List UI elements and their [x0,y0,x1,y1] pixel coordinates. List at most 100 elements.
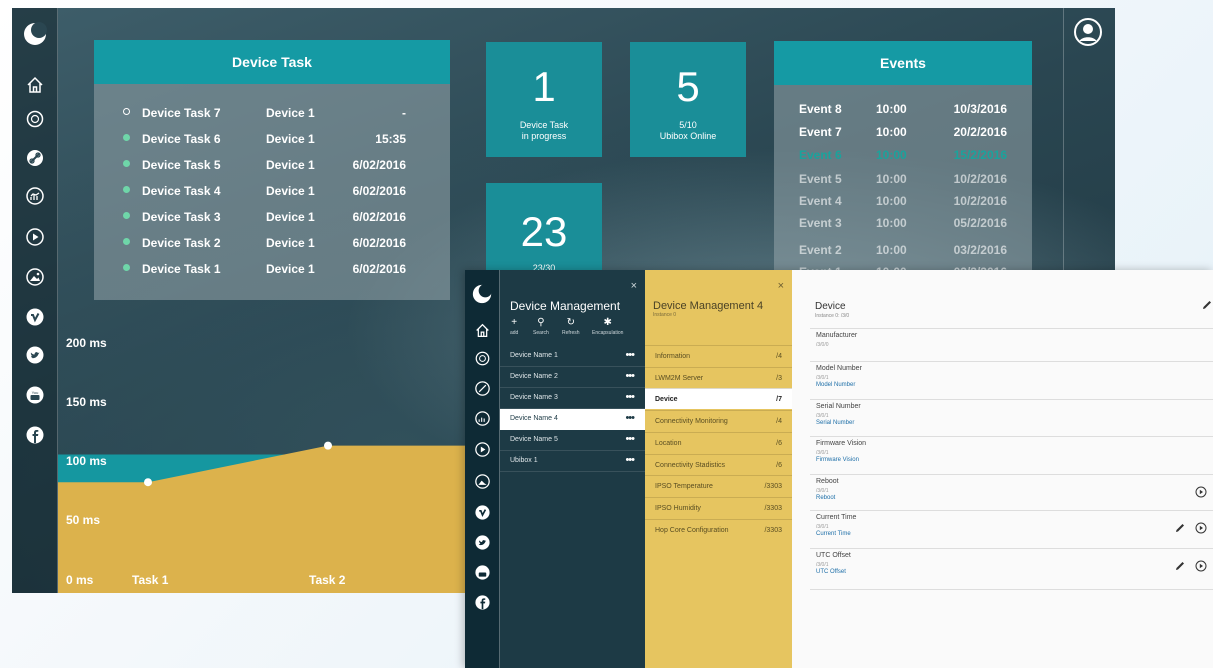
event-time: 10:00 [876,243,907,257]
more-options-icon[interactable]: ••• [625,370,635,382]
more-options-icon[interactable]: ••• [625,433,635,445]
task-row[interactable]: Device Task 7 Device 1 - [94,104,450,122]
resource-value-link[interactable]: Firmware Vision [816,457,859,463]
more-options-icon[interactable]: ••• [625,412,635,424]
resource-value-link[interactable]: Model Number [816,382,855,388]
device-row[interactable]: Device Name 2 ••• [500,367,645,388]
twitter-icon[interactable] [25,345,45,365]
event-row[interactable]: Event 5 10:00 10/2/2016 [774,172,1032,188]
event-row[interactable]: Event 7 10:00 20/2/2016 [774,125,1032,141]
home-icon[interactable] [25,75,45,95]
task-row[interactable]: Device Task 1 Device 1 6/02/2016 [94,260,450,278]
event-row[interactable]: Event 2 10:00 03/2/2016 [774,243,1032,259]
event-row[interactable]: Event 4 10:00 10/2/2016 [774,194,1032,210]
refresh-button[interactable]: ↻ Refresh [562,318,580,337]
play-icon[interactable] [25,227,45,247]
object-row[interactable]: Information/4 [645,345,792,366]
resource-value-link[interactable]: Serial Number [816,420,854,426]
resource-value-link[interactable]: Reboot [816,495,835,501]
ubibox-online-tile[interactable]: 5 5/10 Ubibox Online [630,42,746,157]
more-options-icon[interactable]: ••• [625,454,635,466]
tile-value: 5 [676,63,700,110]
task-device: Device 1 [266,106,315,120]
more-options-icon[interactable]: ••• [625,349,635,361]
chart-icon[interactable] [474,410,491,427]
link-icon[interactable] [25,148,45,168]
close-icon[interactable]: × [778,280,784,292]
user-circle-icon[interactable] [1074,18,1102,46]
link-icon[interactable] [474,380,491,397]
object-row[interactable]: IPSO Temperature/3303 [645,475,792,496]
data-point[interactable] [324,441,332,450]
facebook-icon[interactable] [25,425,45,445]
task-row[interactable]: Device Task 3 Device 1 6/02/2016 [94,208,450,226]
data-point[interactable] [144,478,152,487]
events-title: Events [774,41,1032,85]
object-row[interactable]: Connectivity Monitoring/4 [645,410,792,431]
edit-pencil-icon[interactable] [1174,521,1186,533]
resource-row[interactable]: Reboot/3/0/1 Reboot [810,474,1213,510]
object-row[interactable]: Device/7 [645,388,792,410]
tasks-in-progress-tile[interactable]: 1 Device Task in progress [486,42,602,157]
search-button[interactable]: ⚲ Search [533,318,549,337]
device-row[interactable]: Device Name 3 ••• [500,388,645,409]
home-icon[interactable] [474,322,491,339]
object-row[interactable]: Connectivity Stadistics/6 [645,453,792,475]
resource-path: /3/0/1 [816,450,829,456]
moon-logo-icon[interactable] [23,22,47,46]
chart-icon[interactable] [25,186,45,206]
task-device: Device 1 [266,184,315,198]
photo-icon[interactable] [474,473,491,490]
youtube-icon[interactable]: You [25,385,45,405]
task-row[interactable]: Device Task 5 Device 1 6/02/2016 [94,156,450,174]
resource-row[interactable]: Serial Number/3/0/1 Serial Number [810,399,1213,436]
object-row[interactable]: LWM2M Server/3 [645,366,792,388]
execute-play-icon[interactable] [1195,485,1207,498]
youtube-icon[interactable] [474,564,491,581]
resource-row[interactable]: Firmware Vision/3/0/1 Firmware Vision [810,436,1213,474]
photo-icon[interactable] [25,267,45,287]
execute-play-icon[interactable] [1195,559,1207,572]
event-row[interactable]: Event 8 10:00 10/3/2016 [774,102,1032,118]
moon-logo-icon[interactable] [472,284,492,304]
task-row[interactable]: Device Task 4 Device 1 6/02/2016 [94,182,450,200]
task-row[interactable]: Device Task 6 Device 1 15:35 [94,130,450,148]
resource-value-link[interactable]: Current Time [816,531,851,537]
resource-row[interactable]: Current Time/3/0/1 Current Time [810,510,1213,548]
object-row[interactable]: IPSO Humidity/3303 [645,496,792,518]
aperture-icon[interactable] [25,109,45,129]
resource-row[interactable]: Model Number/3/0/1 Model Number [810,361,1213,399]
object-name: Device [655,396,678,404]
close-icon[interactable]: × [631,280,637,292]
plus-icon: + [511,317,518,328]
add-button[interactable]: + add [510,317,518,337]
event-row[interactable]: Event 6 10:00 15/2/2016 [774,148,1032,164]
edit-pencil-icon[interactable] [1201,298,1213,310]
task-name: Device Task 2 [142,236,221,250]
object-id: /3303 [764,483,782,491]
object-row[interactable]: Location/6 [645,431,792,453]
resource-row[interactable]: Manufacturer/3/0/0 [810,328,1213,361]
play-icon[interactable] [474,441,491,458]
x-tick-label: Task 1 [132,573,169,587]
tile-line: Device Task [519,120,569,130]
resource-value-link[interactable]: UTC Offset [816,569,846,575]
device-row[interactable]: Device Name 1 ••• [500,346,645,367]
execute-play-icon[interactable] [1195,521,1207,534]
event-row[interactable]: Event 3 10:00 05/2/2016 [774,216,1032,232]
object-list-panel: × Device Management 4 Instance 0 Informa… [645,270,792,668]
facebook-icon[interactable] [474,594,491,611]
device-row[interactable]: Ubibox 1 ••• [500,451,645,472]
encapsulation-button[interactable]: ✱ Encapsulation [592,318,623,337]
vimeo-icon[interactable] [474,504,491,521]
object-row[interactable]: Hop Core Configuration/3303 [645,518,792,540]
aperture-icon[interactable] [474,350,491,367]
more-options-icon[interactable]: ••• [625,391,635,403]
device-row[interactable]: Device Name 4 ••• [500,409,645,430]
task-row[interactable]: Device Task 2 Device 1 6/02/2016 [94,234,450,252]
device-row[interactable]: Device Name 5 ••• [500,430,645,451]
resource-row[interactable]: UTC Offset/3/0/1 UTC Offset [810,548,1213,590]
vimeo-icon[interactable] [25,307,45,327]
twitter-icon[interactable] [474,534,491,551]
edit-pencil-icon[interactable] [1174,559,1186,571]
